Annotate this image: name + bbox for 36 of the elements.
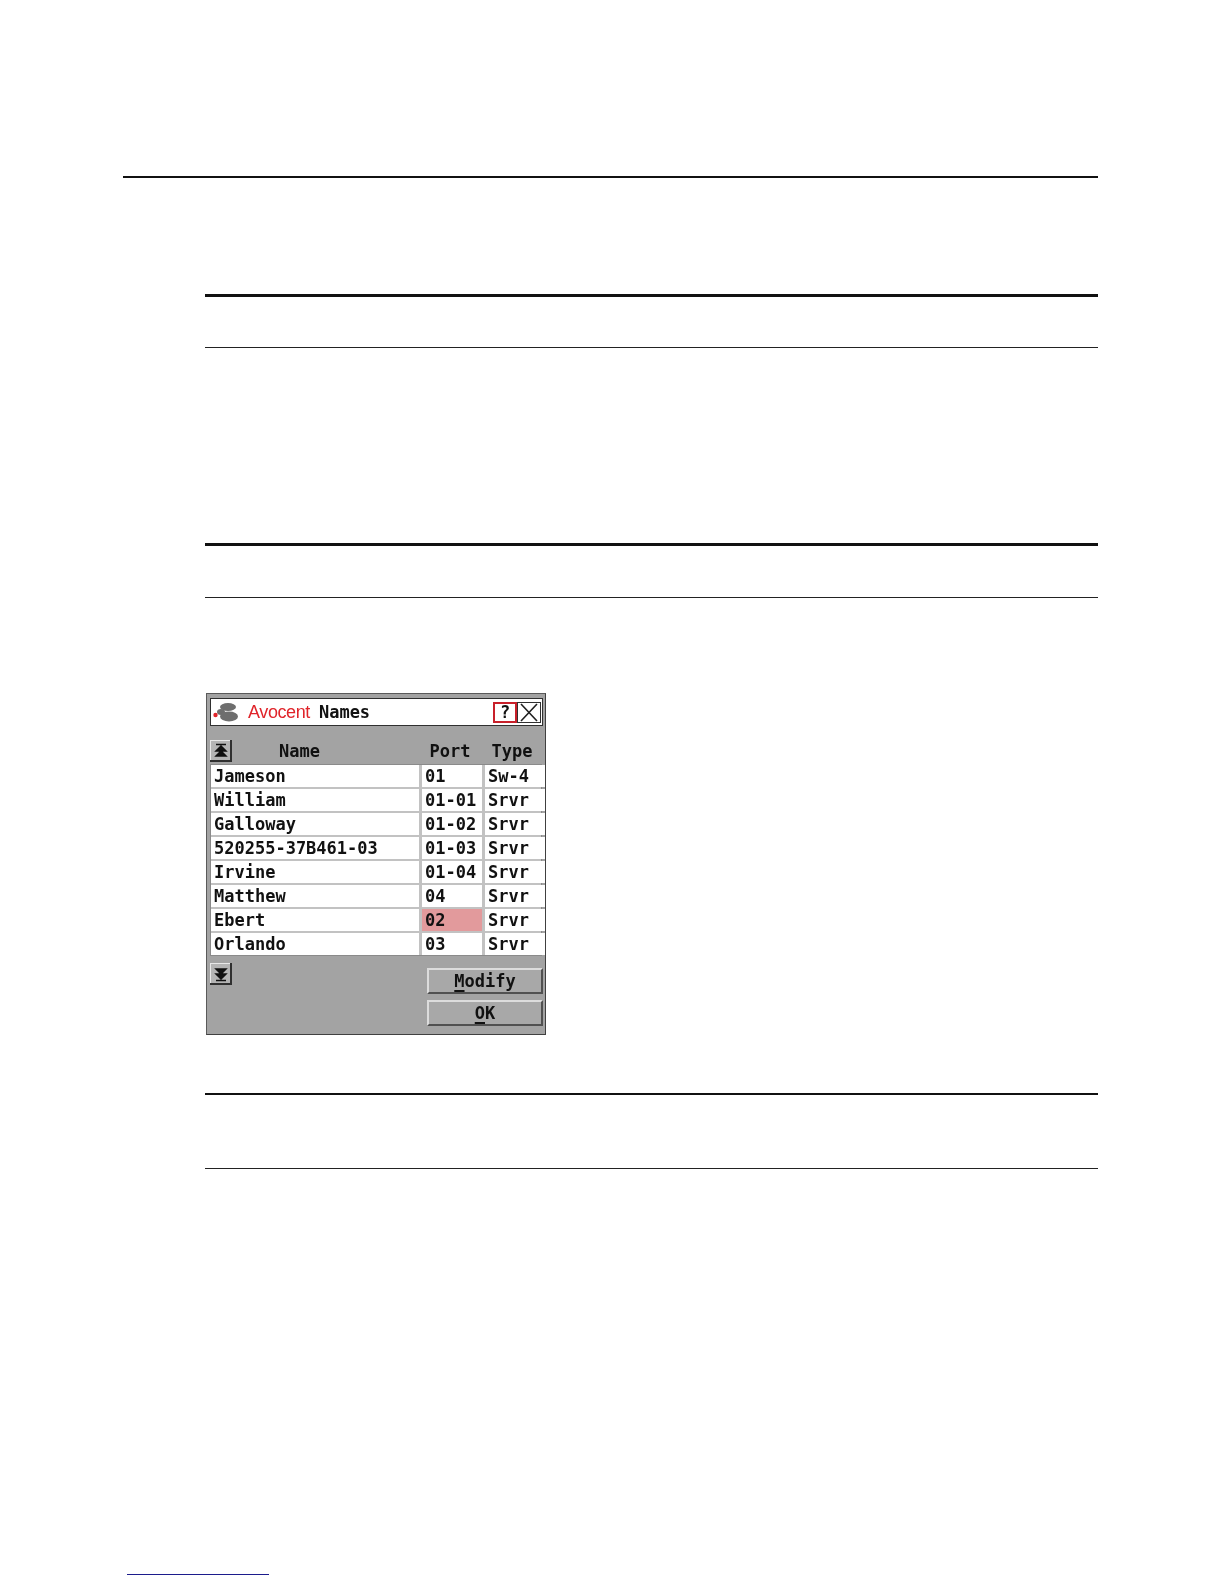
type-cell[interactable]: Srvr bbox=[485, 909, 545, 931]
help-button[interactable]: ? bbox=[493, 701, 517, 723]
port-cell[interactable]: 01 bbox=[422, 765, 482, 787]
name-cell[interactable]: Irvine bbox=[211, 861, 419, 883]
type-cell[interactable]: Srvr bbox=[485, 789, 545, 811]
scroll-down-icon[interactable] bbox=[210, 963, 232, 985]
port-cell[interactable]: 01-04 bbox=[422, 861, 482, 883]
close-icon[interactable] bbox=[517, 701, 541, 723]
port-cell[interactable]: 02 bbox=[422, 909, 482, 931]
port-cell[interactable]: 01-01 bbox=[422, 789, 482, 811]
port-cell[interactable]: 01-03 bbox=[422, 837, 482, 859]
port-cell[interactable]: 03 bbox=[422, 933, 482, 955]
type-cell[interactable]: Srvr bbox=[485, 933, 545, 955]
name-cell[interactable]: Galloway bbox=[211, 813, 419, 835]
name-cell[interactable]: Matthew bbox=[211, 885, 419, 907]
type-cell[interactable]: Srvr bbox=[485, 861, 545, 883]
name-cell[interactable]: Jameson bbox=[211, 765, 419, 787]
type-cell[interactable]: Srvr bbox=[485, 837, 545, 859]
logo-icon bbox=[213, 702, 239, 722]
port-cell[interactable]: 04 bbox=[422, 885, 482, 907]
type-cell[interactable]: Srvr bbox=[485, 813, 545, 835]
dialog-title: Names bbox=[318, 701, 371, 723]
scroll-up-icon[interactable] bbox=[210, 740, 232, 762]
name-cell[interactable]: Orlando bbox=[211, 933, 419, 955]
brand-name: Avocent bbox=[248, 701, 310, 723]
type-cell[interactable]: Sw-4 bbox=[485, 765, 545, 787]
type-cell[interactable]: Srvr bbox=[485, 885, 545, 907]
name-cell[interactable]: William bbox=[211, 789, 419, 811]
ok-button[interactable]: OK bbox=[427, 1000, 543, 1026]
port-cell[interactable]: 01-02 bbox=[422, 813, 482, 835]
column-header: Type bbox=[491, 741, 533, 761]
column-header: Port bbox=[429, 741, 471, 761]
name-cell[interactable]: 520255-37B461-03 bbox=[211, 837, 419, 859]
name-cell[interactable]: Ebert bbox=[211, 909, 419, 931]
column-header: Name bbox=[279, 740, 320, 762]
modify-button[interactable]: Modify bbox=[427, 968, 543, 994]
